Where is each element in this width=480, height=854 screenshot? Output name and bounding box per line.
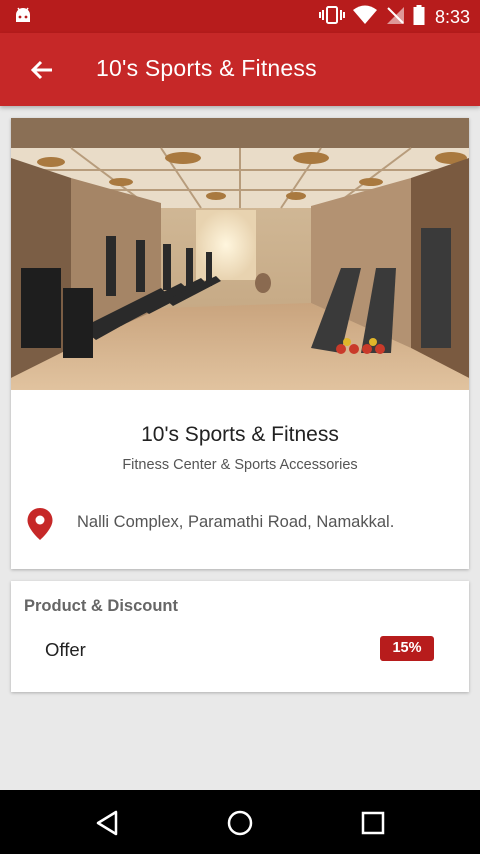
business-category: Fitness Center & Sports Accessories	[122, 457, 358, 473]
back-triangle-icon[interactable]	[92, 807, 124, 839]
navigation-bar	[0, 790, 480, 854]
business-address[interactable]: Nalli Complex, Paramathi Road, Namakkal.	[77, 513, 394, 532]
offer-section-title: Product & Discount	[24, 597, 179, 615]
no-sim-icon	[385, 5, 405, 30]
page-title: 10's Sports & Fitness	[96, 55, 317, 81]
status-time: 8:33	[434, 6, 470, 27]
gym-photo	[11, 118, 469, 390]
location-pin-icon[interactable]	[26, 507, 54, 546]
discount-badge: 15%	[380, 636, 434, 661]
offer-label: Offer	[45, 639, 86, 660]
app-bar: 10's Sports & Fitness	[0, 33, 480, 106]
status-bar: 8:33	[0, 0, 480, 33]
wifi-icon	[352, 5, 377, 30]
business-name: 10's Sports & Fitness	[141, 423, 339, 446]
vibrate-icon	[318, 5, 345, 30]
offer-card: Product & Discount Offer 15%	[11, 581, 469, 692]
android-debug-icon	[14, 7, 32, 28]
battery-icon	[413, 4, 425, 30]
home-circle-icon[interactable]	[224, 807, 256, 839]
status-icons: 8:33	[318, 4, 470, 30]
arrow-back-icon[interactable]	[28, 57, 56, 83]
recents-square-icon[interactable]	[357, 807, 389, 839]
business-card: 10's Sports & Fitness Fitness Center & S…	[11, 118, 469, 569]
